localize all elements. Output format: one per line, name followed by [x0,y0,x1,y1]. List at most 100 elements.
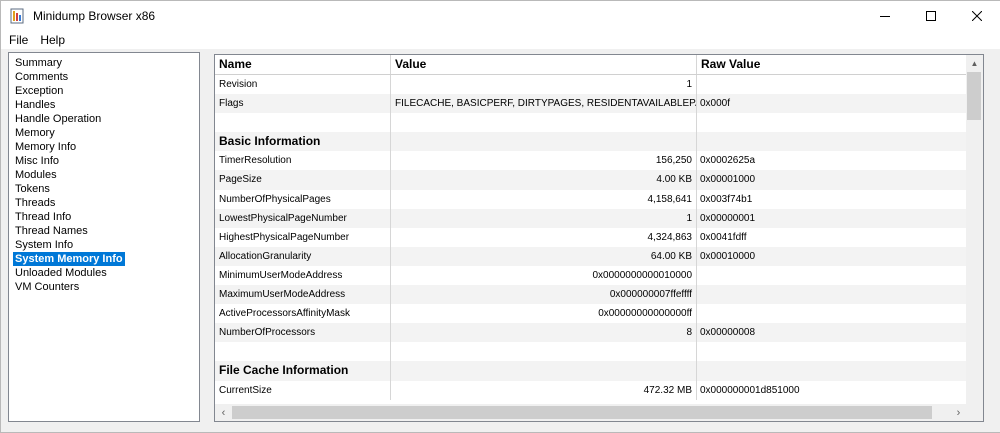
cell-value [391,361,697,381]
table-row[interactable] [215,113,967,133]
section-header-row[interactable]: Basic Information [215,132,967,152]
table-row[interactable]: MaximumUserModeAddress 0x000000007ffeffff [215,285,967,305]
cell-raw-value: 0x00000001 [700,212,756,224]
tree-item-comments[interactable]: Comments [13,70,70,84]
tree-item-memory[interactable]: Memory [13,126,57,140]
cell-name: CurrentSize [215,380,391,400]
cell-name: HighestPhysicalPageNumber [215,227,391,247]
cell-value: 4,324,863 [391,227,697,247]
horizontal-scroll-thumb[interactable] [232,406,932,419]
tree-item-system-memory-info[interactable]: System Memory Info [13,252,125,266]
close-icon [972,10,982,21]
tree-item-exception[interactable]: Exception [13,84,65,98]
cell-value: 4.00 KB [391,170,697,190]
category-tree[interactable]: Summary Comments Exception Handles Handle Op… [8,52,200,422]
cell-raw-value: 0x0041fdff [700,231,747,243]
window-title: Minidump Browser x86 [33,8,156,23]
tree-item-tokens[interactable]: Tokens [13,182,52,196]
tree-item-modules[interactable]: Modules [13,168,59,182]
cell-name: LowestPhysicalPageNumber [215,208,391,228]
table-row[interactable]: TimerResolution 156,250 0x0002625a [215,151,967,171]
column-header-raw-value[interactable]: Raw Value [697,55,967,74]
cell-name: ActiveProcessorsAffinityMask [215,304,391,324]
cell-value [391,113,697,133]
table-row[interactable]: NumberOfProcessors 8 0x00000008 [215,323,967,343]
tree-item-thread-info[interactable]: Thread Info [13,210,73,224]
menu-file[interactable]: File [4,33,33,47]
table-row[interactable]: Flags FILECACHE, BASICPERF, DIRTYPAGES, R… [215,94,967,114]
table-row[interactable]: PageSize 4.00 KB 0x00001000 [215,170,967,190]
maximize-button[interactable] [908,1,954,30]
cell-raw-value [697,342,967,361]
cell-raw-value: 0x000000001d851000 [700,384,800,396]
close-button[interactable] [954,1,1000,30]
column-header-name[interactable]: Name [215,55,391,74]
cell-value: 1 [391,208,697,228]
minimize-button[interactable] [862,1,908,30]
cell-raw-value [697,304,967,323]
table-row[interactable]: Revision 1 [215,75,967,95]
cell-raw-value [697,75,967,94]
scrollbar-corner [966,404,983,421]
cell-raw-value [697,132,967,151]
cell-value: 1 [391,75,697,95]
title-bar[interactable]: Minidump Browser x86 [1,1,1000,30]
cell-name: TimerResolution [215,151,391,171]
table-row[interactable]: CurrentSize 472.32 MB 0x000000001d851000 [215,380,967,400]
cell-value: 4,158,641 [391,189,697,209]
section-header-row[interactable]: File Cache Information [215,361,967,381]
menu-help[interactable]: Help [35,33,70,47]
table-row[interactable]: HighestPhysicalPageNumber 4,324,863 0x0041… [215,227,967,247]
table-row[interactable]: AllocationGranularity 64.00 KB 0x00010000 [215,246,967,266]
vertical-scrollbar[interactable]: ▲ [966,55,983,404]
cell-value [391,342,697,362]
cell-raw-value: 0x000f [700,98,731,110]
cell-name: PageSize [215,170,391,190]
tree-item-misc-info[interactable]: Misc Info [13,154,61,168]
horizontal-scrollbar[interactable]: ‹ › [215,404,967,421]
cell-name: MaximumUserModeAddress [215,285,391,305]
table-row[interactable] [215,342,967,362]
cell-raw-value [697,361,967,380]
tree-item-threads[interactable]: Threads [13,196,57,210]
tree-item-system-info[interactable]: System Info [13,238,75,252]
tree-item-summary[interactable]: Summary [13,56,64,70]
cell-value: 0x000000007ffeffff [391,285,697,305]
cell-name [215,113,391,133]
scroll-right-icon[interactable]: › [950,404,967,421]
app-window: Minidump Browser x86 File Help Summary Co… [0,0,1000,433]
table-row[interactable]: MinimumUserModeAddress 0x0000000000010000 [215,265,967,286]
table-row[interactable]: NumberOfPhysicalPages 4,158,641 0x003f74b1 [215,189,967,209]
vertical-scroll-thumb[interactable] [967,72,981,120]
cell-raw-value: 0x00001000 [700,174,756,186]
table-row[interactable]: LowestPhysicalPageNumber 1 0x00000001 [215,208,967,228]
column-header-value[interactable]: Value [391,55,697,74]
tree-item-handles[interactable]: Handles [13,98,57,112]
cell-name: MinimumUserModeAddress [215,265,391,286]
cell-name: Flags [215,94,391,114]
cell-value [391,132,697,152]
tree-item-thread-names[interactable]: Thread Names [13,224,90,238]
cell-name: File Cache Information [215,361,391,381]
scroll-left-icon[interactable]: ‹ [215,404,232,421]
app-icon [9,8,25,24]
cell-raw-value: 0x00010000 [700,250,756,262]
cell-name: NumberOfPhysicalPages [215,189,391,209]
scroll-up-icon[interactable]: ▲ [966,55,983,72]
cell-name: NumberOfProcessors [215,323,391,343]
tree-item-handle-operation[interactable]: Handle Operation [13,112,103,126]
tree-item-unloaded-modules[interactable]: Unloaded Modules [13,266,109,280]
cell-raw-value [697,266,967,285]
cell-value: 0x00000000000000ff [391,304,697,324]
cell-name [215,342,391,362]
cell-value: 64.00 KB [391,246,697,266]
tree-item-memory-info[interactable]: Memory Info [13,140,78,154]
table-row[interactable]: ActiveProcessorsAffinityMask 0x0000000000… [215,304,967,324]
cell-value: 156,250 [391,151,697,171]
tree-item-vm-counters[interactable]: VM Counters [13,280,81,294]
grid-header: Name Value Raw Value [215,55,967,75]
cell-raw-value: 0x003f74b1 [700,193,753,205]
cell-name: Basic Information [215,132,391,152]
cell-raw-value: 0x00000008 [700,327,756,339]
grid-rows: Revision 1 Flags FILECACHE, BASICPERF, DIRT… [215,75,967,400]
